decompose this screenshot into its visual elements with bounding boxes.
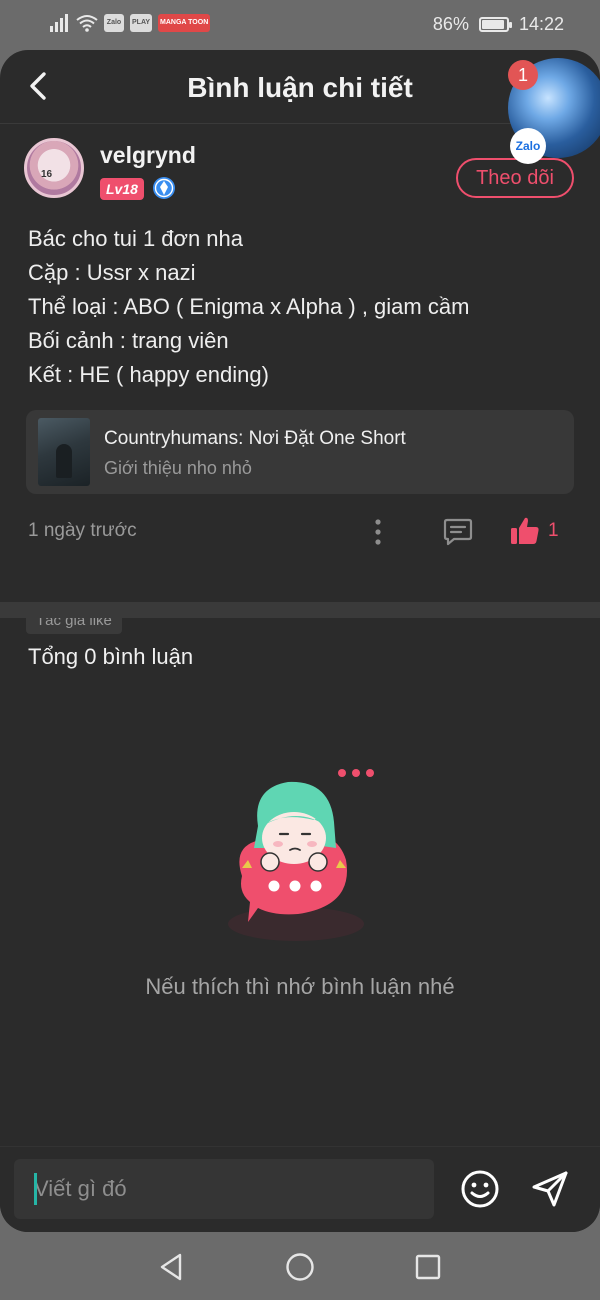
avatar[interactable]: 16 xyxy=(24,138,84,198)
username[interactable]: velgrynd xyxy=(100,142,196,169)
post-line: Bác cho tui 1 đơn nha xyxy=(28,226,244,251)
comment-input[interactable] xyxy=(14,1159,434,1219)
clock: 14:22 xyxy=(518,14,564,34)
post-time: 1 ngày trước xyxy=(28,520,137,541)
book-cover xyxy=(38,418,90,486)
post-line: Cặp : Ussr x nazi xyxy=(28,260,196,285)
book-card[interactable]: Countryhumans: Nơi Đặt One Short Giới th… xyxy=(26,410,574,494)
system-nav-bar xyxy=(0,1232,600,1300)
follow-button[interactable]: Theo dõi xyxy=(456,158,574,198)
nav-recent-apps-icon[interactable] xyxy=(414,1253,442,1281)
signal-icon xyxy=(50,14,68,32)
text-caret xyxy=(34,1173,37,1205)
empty-comments-illustration xyxy=(228,769,374,941)
play-notification-icon: PLAY xyxy=(130,14,153,32)
author-row: 16 velgrynd Lv18 Theo dõi xyxy=(0,124,600,210)
post-line: Bối cảnh : trang viên xyxy=(28,328,229,353)
battery-percent: 86% xyxy=(432,14,469,34)
battery-fill xyxy=(481,20,505,29)
battery-icon xyxy=(478,17,512,32)
wifi-icon xyxy=(76,15,98,32)
status-right: 86% 14:22 xyxy=(433,14,564,35)
verified-diamond-icon xyxy=(153,177,175,199)
mangatoon-notification-icon: MANGA TOON xyxy=(158,14,211,32)
status-bar: Zalo PLAY MANGA TOON 86% 14:22 xyxy=(0,0,600,50)
section-divider xyxy=(0,602,600,618)
send-icon[interactable] xyxy=(528,1167,572,1211)
like-count: 1 xyxy=(548,520,559,541)
zalo-logo-icon: Zalo xyxy=(510,128,546,164)
post-line: Kết : HE ( happy ending) xyxy=(28,362,269,387)
zalo-unread-badge: 1 xyxy=(508,60,538,90)
emoji-icon[interactable] xyxy=(458,1167,502,1211)
comment-icon[interactable] xyxy=(442,516,474,548)
comment-detail-screen: Bình luận chi tiết 16 velgrynd Lv18 Theo… xyxy=(0,50,600,1232)
level-badge: Lv18 xyxy=(100,178,144,200)
comments-count-title: Tổng 0 bình luận xyxy=(28,644,194,669)
status-left: Zalo PLAY MANGA TOON xyxy=(50,14,211,32)
nav-back-icon[interactable] xyxy=(158,1252,186,1282)
nav-home-icon[interactable] xyxy=(285,1252,315,1282)
comment-input-bar xyxy=(0,1146,600,1232)
book-subtitle: Giới thiệu nho nhỏ xyxy=(104,458,252,478)
avatar-frame-badge: 16 xyxy=(41,169,53,180)
thumbs-up-icon[interactable] xyxy=(508,514,542,548)
post-body: Bác cho tui 1 đơn nha Cặp : Ussr x nazi … xyxy=(0,210,600,392)
post-line: Thể loại : ABO ( Enigma x Alpha ) , giam… xyxy=(28,294,470,319)
meta-row: 1 ngày trước 1 xyxy=(0,494,600,566)
empty-comments-message: Nếu thích thì nhớ bình luận nhé xyxy=(145,974,455,999)
zalo-notification-icon: Zalo xyxy=(104,14,124,32)
book-title: Countryhumans: Nơi Đặt One Short xyxy=(104,428,406,449)
more-vertical-icon[interactable] xyxy=(364,510,392,554)
